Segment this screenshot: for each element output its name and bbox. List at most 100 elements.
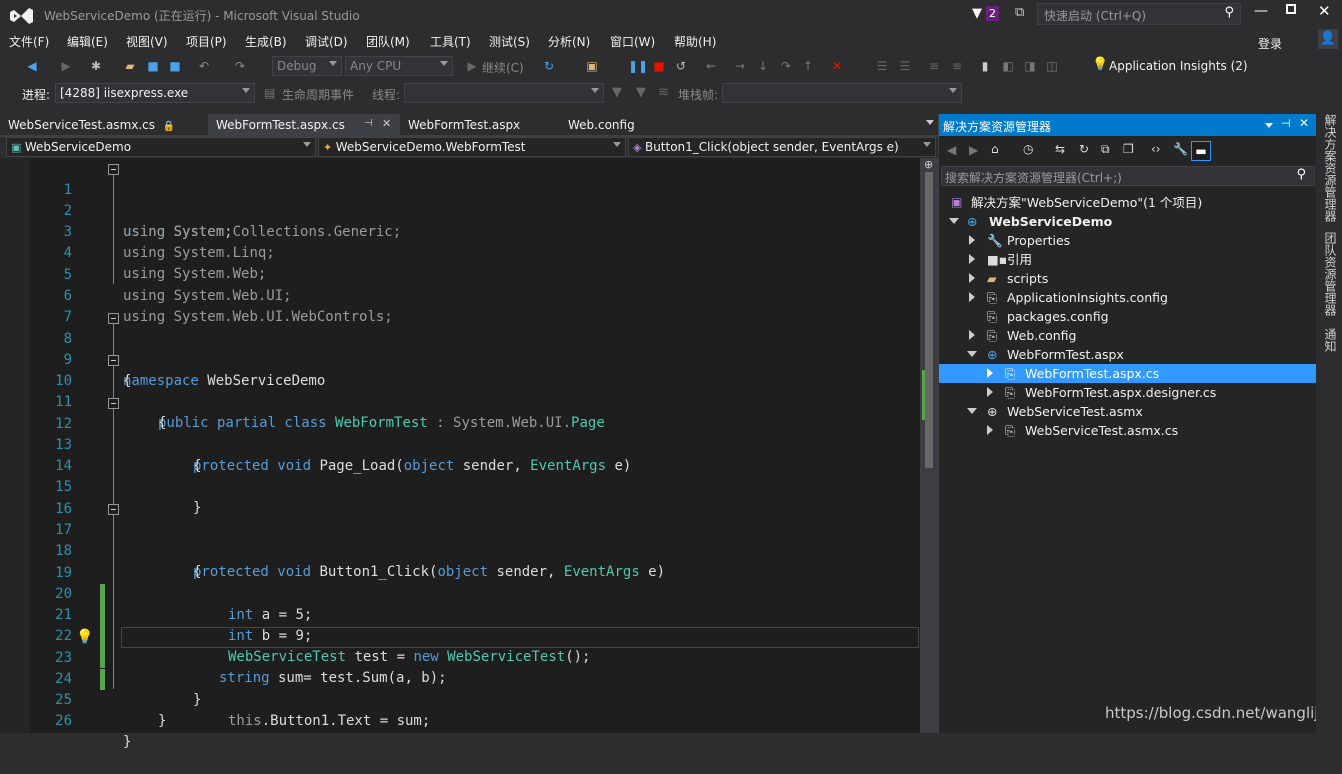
expand-icon[interactable] [969, 273, 975, 283]
filter-icon[interactable]: ▼ [612, 85, 622, 100]
tree-item-webformtest-aspx[interactable]: ⊕ WebFormTest.aspx [939, 345, 1316, 364]
account-icon[interactable]: 👤 [1318, 29, 1338, 49]
quick-action-lightbulb-icon[interactable]: 💡 [76, 627, 93, 648]
notification-badge[interactable]: 2 [986, 6, 999, 21]
split-icon[interactable]: ⊕ [924, 158, 933, 171]
tree-item-web-config[interactable]: ⎘ Web.config [939, 326, 1316, 345]
tree-item-packages-config[interactable]: ⎘ packages.config [939, 307, 1316, 326]
expand-icon[interactable] [987, 387, 993, 397]
history-icon[interactable]: ◷ [1023, 142, 1033, 156]
menu-team[interactable]: 团队(M) [366, 33, 410, 50]
show-next-statement-icon[interactable]: ⇜ [703, 58, 719, 74]
menu-build[interactable]: 生成(B) [245, 33, 287, 50]
close-button[interactable]: ✕ [1318, 2, 1331, 20]
tree-item-scripts[interactable]: ▰ scripts [939, 269, 1316, 288]
expand-icon[interactable] [969, 254, 975, 264]
collapse-icon[interactable] [967, 351, 977, 357]
refresh-icon[interactable]: ↻ [541, 58, 557, 74]
collapse-icon[interactable] [108, 164, 119, 175]
home-icon[interactable]: ⌂ [991, 142, 999, 156]
tree-item-properties[interactable]: 🔧 Properties [939, 231, 1316, 250]
tab-webformtest-aspx[interactable]: WebFormTest.aspx [400, 114, 560, 136]
expand-icon[interactable] [969, 292, 975, 302]
rail-tab-team-explorer[interactable]: 团队资源管理器 [1322, 232, 1339, 316]
lifecycle-events-button[interactable]: 生命周期事件 [282, 86, 354, 103]
redo-icon[interactable]: ↷ [232, 58, 248, 74]
save-all-icon[interactable]: ■ [167, 58, 183, 74]
collapse-icon[interactable] [108, 504, 119, 515]
pin-icon[interactable]: 🔒 [163, 121, 175, 132]
rail-tab-solution-explorer[interactable]: 解决方案资源管理器 [1322, 114, 1339, 222]
stackframe-dropdown[interactable] [722, 83, 962, 103]
platform-dropdown[interactable]: Any CPU [345, 56, 453, 76]
expand-icon[interactable] [987, 368, 993, 378]
config-dropdown[interactable]: Debug [272, 56, 342, 76]
feedback-icon[interactable]: ⧉ [1015, 5, 1024, 20]
tree-item-webservicetest-asmx-cs[interactable]: ⎘ WebServiceTest.asmx.cs [939, 421, 1316, 440]
tab-web-config[interactable]: Web.config [560, 114, 720, 136]
collapse-icon[interactable] [967, 408, 977, 414]
back-icon[interactable]: ◀ [24, 58, 40, 74]
view-code-icon[interactable]: ‹› [1151, 142, 1161, 156]
code-editor[interactable]: ⊕ 1 using System; 2 using System.Collect… [0, 158, 938, 750]
editor-scrollbar[interactable]: ⊕ [920, 158, 938, 733]
menu-analyze[interactable]: 分析(N) [548, 33, 590, 50]
search-icon[interactable]: ⚲ [1224, 5, 1234, 20]
quick-launch-input[interactable]: 快速启动 (Ctrl+Q) [1044, 7, 1146, 24]
comment-icon[interactable]: ☰ [874, 58, 890, 74]
tree-solution[interactable]: ▣ 解决方案"WebServiceDemo"(1 个项目) [939, 193, 1316, 212]
tree-item-references[interactable]: ■▪ 引用 [939, 250, 1316, 269]
step-out-icon[interactable]: ↷ [778, 58, 794, 74]
threads-icon[interactable]: ≋ [658, 85, 669, 100]
scrollbar-thumb[interactable] [925, 172, 933, 468]
thread-dropdown[interactable] [404, 83, 604, 103]
step-up-icon[interactable]: ↑ [800, 58, 816, 74]
forward-icon[interactable]: ▶ [969, 143, 978, 157]
pin-icon[interactable]: ⊣ [364, 118, 373, 129]
menu-help[interactable]: 帮助(H) [674, 33, 716, 50]
collapse-icon[interactable] [108, 398, 119, 409]
expand-icon[interactable] [949, 218, 959, 224]
new-item-icon[interactable]: ✱ [88, 58, 104, 74]
step-into-icon[interactable]: → [732, 58, 748, 74]
pin-icon[interactable]: ⊣ [1281, 117, 1291, 130]
process-dropdown[interactable]: [4288] iisexpress.exe [55, 83, 255, 103]
lightbulb-icon[interactable]: 💡 [1092, 57, 1108, 72]
login-link[interactable]: 登录 [1258, 35, 1282, 52]
close-icon[interactable]: ✕ [1299, 116, 1309, 130]
refresh-icon[interactable]: ↻ [1079, 142, 1089, 156]
menu-debug[interactable]: 调试(D) [305, 33, 348, 50]
bookmark-icon[interactable]: ▮ [977, 58, 993, 74]
application-insights-button[interactable]: Application Insights (2) [1109, 59, 1248, 73]
close-icon[interactable]: ✕ [382, 117, 391, 130]
menu-project[interactable]: 项目(P) [186, 33, 227, 50]
tab-overflow-icon[interactable] [926, 120, 934, 125]
collapse-all-icon[interactable]: ⧉ [1101, 142, 1110, 157]
stop-icon[interactable]: ■ [651, 58, 667, 74]
tree-item-webformtest-aspx-cs[interactable]: ⎘ WebFormTest.aspx.cs [939, 364, 1316, 383]
browser-link-icon[interactable]: ▣ [584, 58, 600, 74]
minimize-button[interactable]: — [1254, 3, 1268, 19]
chevron-down-icon[interactable] [1265, 123, 1273, 128]
collapse-icon[interactable] [108, 355, 119, 366]
rail-tab-notifications[interactable]: 通知 [1322, 328, 1339, 352]
quick-launch-box[interactable]: 快速启动 (Ctrl+Q) ⚲ [1037, 3, 1241, 25]
menu-file[interactable]: 文件(F) [9, 33, 49, 50]
continue-icon[interactable]: ▶ [464, 58, 480, 74]
menu-edit[interactable]: 编辑(E) [67, 33, 108, 50]
project-dropdown[interactable]: ▣ WebServiceDemo [6, 137, 316, 157]
collapse-icon[interactable] [108, 313, 119, 324]
menu-tools[interactable]: 工具(T) [430, 33, 471, 50]
expand-icon[interactable] [987, 425, 993, 435]
uncomment-icon[interactable]: ☰ [897, 58, 913, 74]
clear-bookmarks-icon[interactable]: ◫ [1044, 58, 1060, 74]
pause-icon[interactable]: ❚❚ [628, 58, 648, 74]
forward-icon[interactable]: ▶ [58, 58, 74, 74]
tab-webformtest-aspx-cs[interactable]: WebFormTest.aspx.cs ⊣ ✕ [208, 114, 400, 136]
class-dropdown[interactable]: ✦ WebServiceDemo.WebFormTest [318, 137, 626, 157]
solution-search-input[interactable]: 搜索解决方案资源管理器(Ctrl+;) [945, 169, 1122, 186]
menu-window[interactable]: 窗口(W) [610, 33, 655, 50]
tree-project[interactable]: ⊕ WebServiceDemo [939, 212, 1316, 231]
lifecycle-icon[interactable]: ▤ [264, 86, 275, 100]
tab-webservicetest-asmx-cs[interactable]: WebServiceTest.asmx.cs 🔒 [0, 114, 208, 136]
